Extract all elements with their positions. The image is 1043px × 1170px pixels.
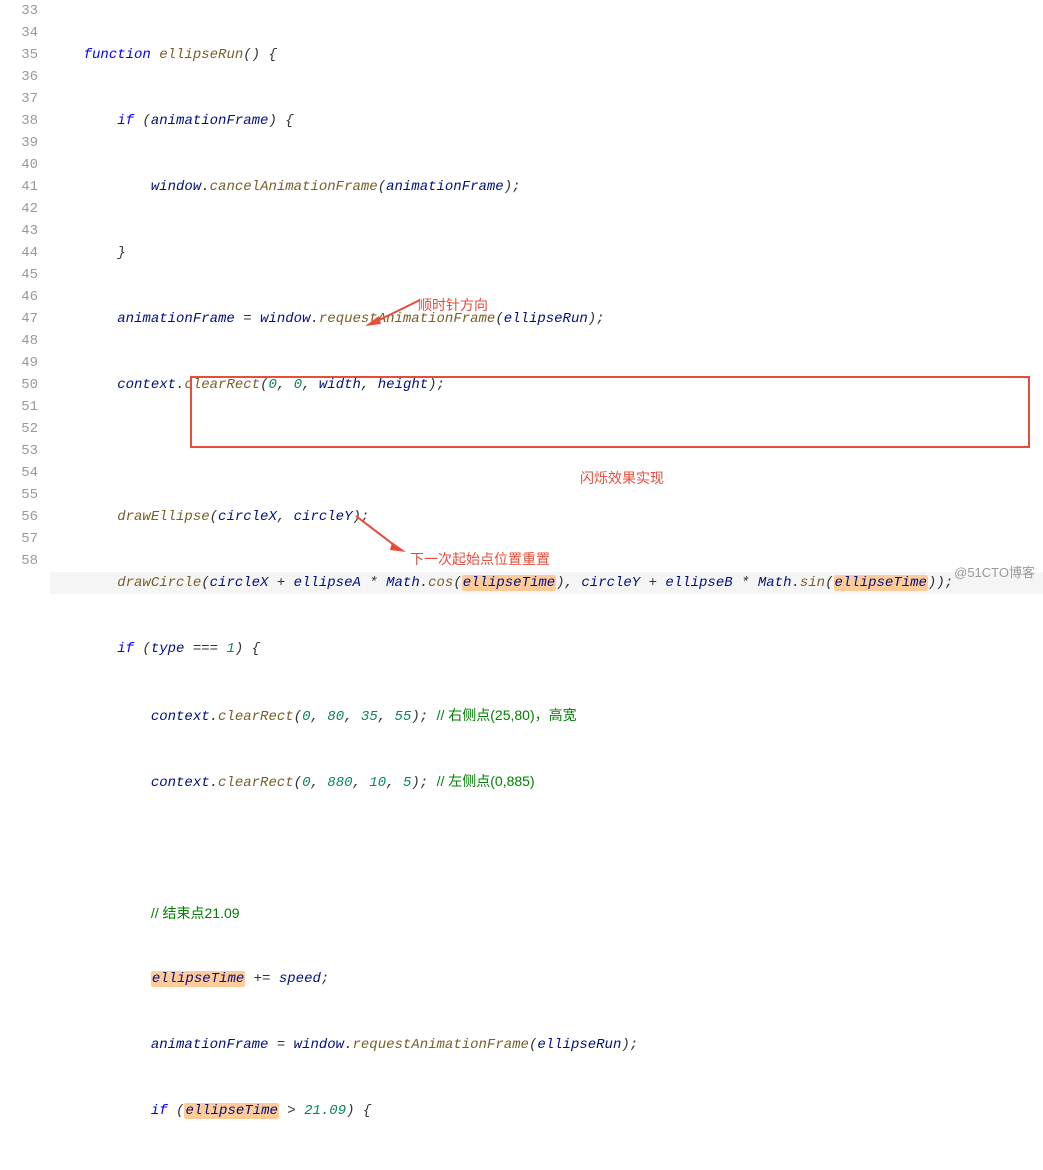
code-line: window.cancelAnimationFrame(animationFra… (50, 176, 1043, 198)
code-line: drawEllipse(circleX, circleY); (50, 506, 1043, 528)
watermark: @51CTO博客 (954, 562, 1035, 581)
line-number-gutter: 33 34 35 36 37 38 39 40 41 42 43 44 45 4… (0, 0, 50, 585)
annotation-blink: 闪烁效果实现 (580, 467, 664, 489)
code-line: context.clearRect(0, 880, 10, 5); // 左侧点… (50, 770, 1043, 792)
code-line: ellipseTime += speed; (50, 968, 1043, 990)
code-line: animationFrame = window.requestAnimation… (50, 1034, 1043, 1056)
annotation-clockwise: 顺时针方向 (418, 294, 488, 316)
code-line (50, 836, 1043, 858)
code-line: if (!clearAnimationFrame()) { (50, 1166, 1043, 1170)
code-line: // 结束点21.09 (50, 902, 1043, 924)
annotation-reset: 下一次起始点位置重置 (410, 548, 550, 570)
code-line: if (ellipseTime > 21.09) { (50, 1100, 1043, 1122)
code-line: context.clearRect(0, 0, width, height); (50, 374, 1043, 396)
code-line: animationFrame = window.requestAnimation… (50, 308, 1043, 330)
code-line (50, 440, 1043, 462)
code-line: drawCircle(circleX + ellipseA * Math.cos… (50, 572, 1043, 594)
code-content[interactable]: function ellipseRun() { if (animationFra… (50, 0, 1043, 585)
code-line: if (type === 1) { (50, 638, 1043, 660)
code-line: if (animationFrame) { (50, 110, 1043, 132)
code-line: function ellipseRun() { (50, 44, 1043, 66)
code-editor[interactable]: 33 34 35 36 37 38 39 40 41 42 43 44 45 4… (0, 0, 1043, 585)
code-line: } (50, 242, 1043, 264)
code-line: context.clearRect(0, 80, 35, 55); // 右侧点… (50, 704, 1043, 726)
